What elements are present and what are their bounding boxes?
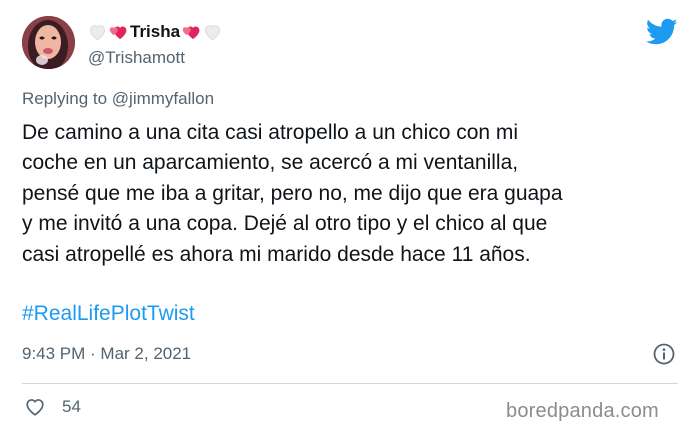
replying-to-prefix: Replying to [22,89,108,108]
reply-mention-link[interactable]: @jimmyfallon [112,89,214,108]
author-name-row[interactable]: Trisha [88,21,222,43]
author-display-name[interactable]: Trisha [130,22,180,42]
white-heart-icon [203,23,222,41]
tweet-timestamp[interactable]: 9:43 PM · Mar 2, 2021 [22,344,191,364]
hashtag-link[interactable]: #RealLifePlotTwist [22,302,195,326]
profile-photo [22,16,75,69]
sparkling-heart-icon [182,23,201,41]
tweet-text: De camino a una cita casi atropello a un… [22,121,563,266]
twitter-bird-icon[interactable] [645,18,678,46]
heart-outline-icon[interactable] [24,396,46,418]
like-count: 54 [62,397,81,416]
replying-to: Replying to @jimmyfallon [22,89,214,109]
white-heart-icon [88,23,107,41]
avatar[interactable] [22,16,75,69]
watermark: boredpanda.com [506,400,659,422]
author-handle[interactable]: @Trishamott [88,48,185,68]
sparkling-heart-icon [109,23,128,41]
info-icon[interactable] [652,342,676,366]
divider [22,383,678,384]
